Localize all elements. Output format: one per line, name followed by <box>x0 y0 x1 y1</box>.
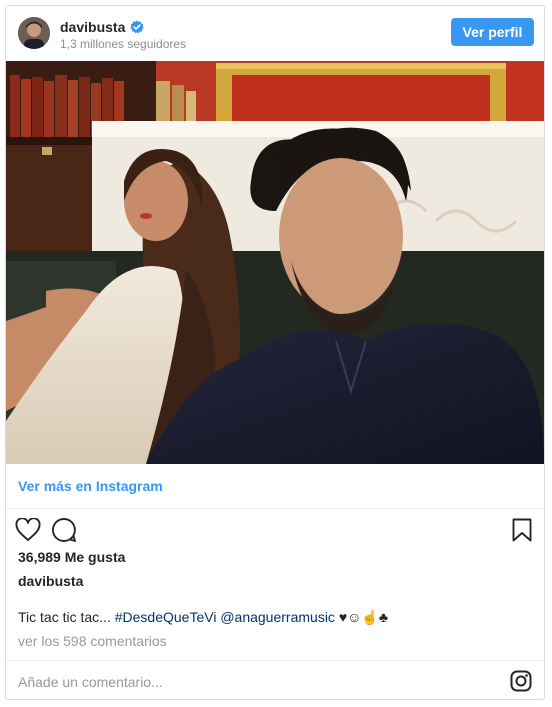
instagram-logo-icon[interactable] <box>510 670 532 692</box>
like-count[interactable]: 36,989 Me gusta <box>18 549 125 565</box>
view-comments-link[interactable]: ver los 598 comentarios <box>18 633 167 649</box>
post-caption: Tic tac tic tac... #DesdeQueTeVi @anague… <box>18 609 388 626</box>
action-bar <box>6 512 544 546</box>
instagram-embed-card: davibusta 1,3 millones seguidores Ver pe… <box>5 5 545 700</box>
view-more-link[interactable]: Ver más en Instagram <box>18 478 163 494</box>
follower-count: 1,3 millones seguidores <box>60 37 187 51</box>
caption-text: Tic tac tic tac... <box>18 609 111 625</box>
heart-icon[interactable] <box>15 518 41 542</box>
caption-mention[interactable]: @anaguerramusic <box>220 609 335 625</box>
view-more-on-instagram[interactable]: Ver más en Instagram <box>6 464 544 509</box>
post-header: davibusta 1,3 millones seguidores Ver pe… <box>6 6 544 62</box>
username[interactable]: davibusta <box>60 19 125 35</box>
caption-author[interactable]: davibusta <box>18 573 83 589</box>
post-photo[interactable] <box>6 61 544 464</box>
caption-emoji: ♥☺☝♣ <box>338 609 389 625</box>
bookmark-icon[interactable] <box>512 518 532 542</box>
comment-bubble-icon[interactable] <box>51 517 77 543</box>
comment-button[interactable] <box>50 516 78 544</box>
username-row: davibusta <box>60 18 144 36</box>
view-profile-button[interactable]: Ver perfil <box>451 18 534 46</box>
like-button[interactable] <box>14 516 42 544</box>
save-button[interactable] <box>508 516 536 544</box>
caption-hashtag[interactable]: #DesdeQueTeVi <box>115 609 217 625</box>
avatar[interactable] <box>18 17 50 49</box>
verified-badge-icon <box>130 20 144 34</box>
add-comment-bar[interactable]: Añade un comentario... <box>6 660 544 699</box>
add-comment-placeholder[interactable]: Añade un comentario... <box>18 674 163 690</box>
